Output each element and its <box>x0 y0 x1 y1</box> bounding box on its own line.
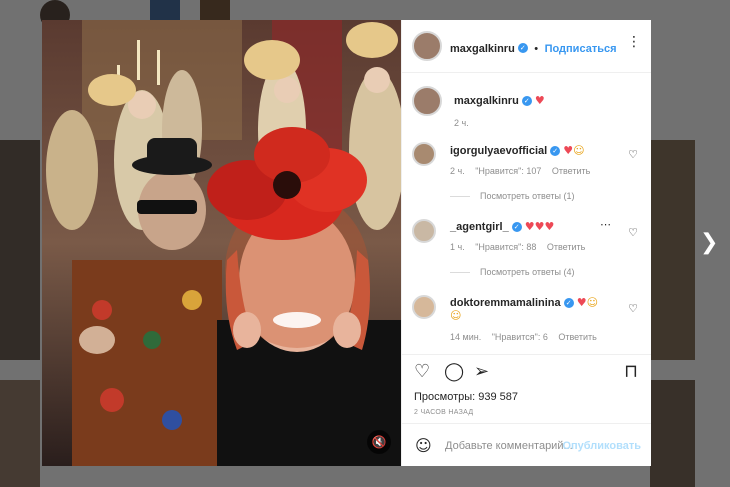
caption-time: 2 ч. <box>454 118 469 128</box>
like-heart-icon[interactable]: ♡ <box>414 361 430 382</box>
follow-button[interactable]: Подписаться <box>545 43 617 55</box>
share-paper-plane-icon[interactable]: ➢ <box>474 361 489 382</box>
comment-likes[interactable]: "Нравится": 107 <box>475 166 541 176</box>
like-comment-icon[interactable]: ♡ <box>628 148 638 161</box>
verified-badge-icon: ✓ <box>511 222 522 233</box>
comment-text: doktoremmamalinina ✓ ♥☺ ☺ <box>450 296 598 322</box>
add-comment-bar: ☺ Добавьте комментарий... Опубликовать <box>402 423 651 468</box>
red-heart-emoji: ♥ <box>563 144 574 157</box>
verified-badge-icon: ✓ <box>521 96 532 107</box>
comment-time: 14 мин. <box>450 332 482 342</box>
verified-badge-icon: ✓ <box>517 42 528 53</box>
video-frame-image <box>42 20 401 466</box>
comment-item: igorgulyaevofficial ✓ ♥☺ ♡ 2 ч. "Нравится… <box>412 138 642 214</box>
view-replies-label[interactable]: Посмотреть ответы (4) <box>480 267 575 277</box>
author-avatar[interactable] <box>412 31 442 61</box>
replies-divider <box>450 196 470 198</box>
view-replies-label[interactable]: Посмотреть ответы (1) <box>480 191 575 201</box>
reply-button[interactable]: Ответить <box>552 166 590 176</box>
verified-badge-icon: ✓ <box>550 146 561 157</box>
red-heart-emoji: ♥ <box>576 296 587 309</box>
commenter-avatar[interactable] <box>412 142 436 166</box>
comment-meta: 2 ч. "Нравится": 107 Ответить <box>450 166 598 176</box>
bookmark-icon[interactable]: ⊓ <box>624 361 638 382</box>
comment-likes[interactable]: "Нравится": 6 <box>492 332 548 342</box>
comment-time: 1 ч. <box>450 242 465 252</box>
comment-meta: 1 ч. "Нравится": 88 Ответить <box>450 242 593 252</box>
author-username[interactable]: maxgalkinru <box>450 43 515 55</box>
caption-text: maxgalkinru ✓ ♥ <box>454 94 545 107</box>
mute-icon[interactable]: 🔇 <box>367 430 391 454</box>
view-replies-button[interactable]: Посмотреть ответы (4) <box>450 267 575 277</box>
commenter-avatar[interactable] <box>412 219 436 243</box>
comment-meta: 14 мин. "Нравится": 6 Ответить <box>450 332 605 342</box>
replies-divider <box>450 272 470 274</box>
reply-button[interactable]: Ответить <box>547 242 585 252</box>
more-options-icon[interactable]: ⋮ <box>627 34 641 50</box>
post-timestamp[interactable]: 2 ЧАСОВ НАЗАД <box>414 409 473 416</box>
comment-item: doktoremmamalinina ✓ ♥☺ ☺ ♡ 14 мин. "Нрав… <box>412 292 642 352</box>
reply-button[interactable]: Ответить <box>558 332 596 342</box>
post-sidebar: maxgalkinru ✓ • Подписаться ⋮ maxgalkinru… <box>401 20 651 466</box>
view-replies-button[interactable]: Посмотреть ответы (1) <box>450 191 575 201</box>
like-comment-icon[interactable]: ♡ <box>628 226 638 239</box>
publish-button[interactable]: Опубликовать <box>562 440 641 452</box>
heart-eyes-emoji: ☺ <box>450 309 462 322</box>
next-post-arrow-icon[interactable]: ❯ <box>700 232 720 254</box>
header-user-line: maxgalkinru ✓ • Подписаться <box>450 39 617 57</box>
comment-options-icon[interactable]: ⋯ <box>600 218 611 231</box>
heart-eyes-emoji: ☺ <box>586 296 599 309</box>
post-video[interactable]: 🔇 <box>42 20 401 466</box>
verified-badge-icon: ✓ <box>563 298 574 309</box>
separator-dot: • <box>534 43 539 55</box>
add-comment-input[interactable]: Добавьте комментарий... <box>445 440 573 452</box>
caption-username[interactable]: maxgalkinru <box>454 95 519 107</box>
emoji-picker-icon[interactable]: ☺ <box>415 436 432 455</box>
commenter-avatar[interactable] <box>412 295 436 319</box>
comment-item: _agentgirl_ ✓ ♥♥♥ ⋯ ♡ 1 ч. "Нравится": 88… <box>412 216 642 292</box>
red-heart-emoji: ♥ <box>534 94 545 107</box>
post-actions: ♡ ◯ ➢ ⊓ Просмотры: 939 587 2 ЧАСОВ НАЗАД… <box>402 354 651 467</box>
like-comment-icon[interactable]: ♡ <box>628 302 638 315</box>
caption: maxgalkinru ✓ ♥ 2 ч. <box>412 84 642 134</box>
commenter-username[interactable]: _agentgirl_ <box>450 221 509 233</box>
comment-text: igorgulyaevofficial ✓ ♥☺ <box>450 144 585 157</box>
views-count[interactable]: Просмотры: 939 587 <box>414 391 518 403</box>
post-modal: 🔇 maxgalkinru ✓ • Подписаться ⋮ maxgalkin… <box>42 20 651 466</box>
caption-avatar[interactable] <box>412 86 442 116</box>
comment-likes[interactable]: "Нравится": 88 <box>475 242 536 252</box>
comment-text: _agentgirl_ ✓ ♥♥♥ <box>450 220 554 233</box>
commenter-username[interactable]: doktoremmamalinina <box>450 297 561 309</box>
heart-eyes-emoji: ☺ <box>573 144 585 157</box>
comment-bubble-icon[interactable]: ◯ <box>444 361 464 382</box>
commenter-username[interactable]: igorgulyaevofficial <box>450 145 547 157</box>
red-heart-emoji: ♥♥♥ <box>524 220 555 233</box>
post-header: maxgalkinru ✓ • Подписаться ⋮ <box>402 20 651 73</box>
comment-time: 2 ч. <box>450 166 465 176</box>
